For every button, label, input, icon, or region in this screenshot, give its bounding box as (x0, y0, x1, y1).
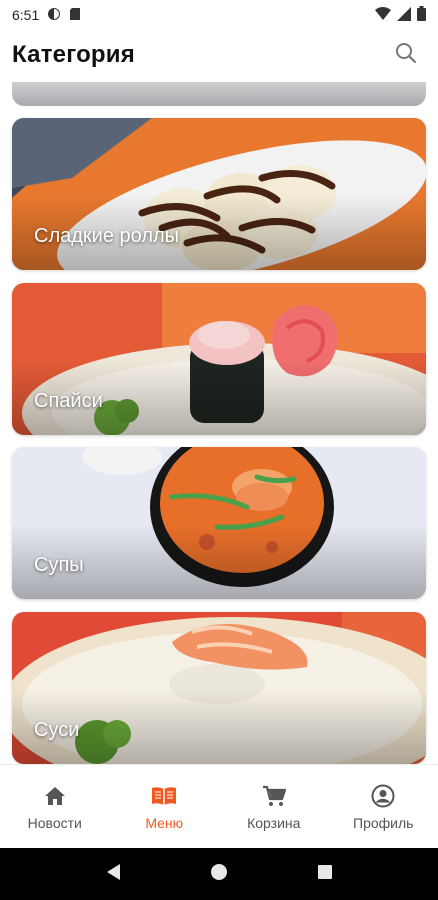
app-bar: Категория (0, 30, 438, 80)
home-button[interactable] (199, 854, 239, 894)
signal-icon (397, 6, 411, 24)
nav-item-cart[interactable]: Корзина (219, 765, 329, 848)
category-label: Супы (34, 554, 84, 576)
nav-label: Новости (27, 814, 82, 831)
cart-icon (261, 783, 287, 809)
recents-icon (317, 864, 333, 885)
home-circle-icon (210, 863, 228, 886)
recents-button[interactable] (305, 854, 345, 894)
category-label: Спайси (34, 390, 103, 412)
status-right (375, 6, 426, 24)
category-label: Сладкие роллы (34, 225, 180, 247)
status-time: 6:51 (12, 7, 40, 23)
category-card-partial[interactable] (12, 82, 426, 106)
nav-item-news[interactable]: Новости (0, 765, 110, 848)
nav-label: Профиль (353, 814, 414, 831)
app-notification-icon (47, 7, 61, 24)
bottom-navigation: Новости Меню Корзина Профиль (0, 764, 438, 848)
status-bar: 6:51 (0, 0, 438, 30)
category-card-sweet-rolls[interactable]: Сладкие роллы (12, 118, 426, 270)
wifi-icon (375, 6, 391, 24)
sd-card-icon (69, 7, 81, 24)
page-title: Категория (12, 41, 135, 68)
nav-item-menu[interactable]: Меню (110, 765, 220, 848)
category-card-soups[interactable]: Супы (12, 447, 426, 599)
search-button[interactable] (386, 35, 426, 75)
book-icon (151, 783, 177, 809)
category-card-spicy[interactable]: Спайси (12, 283, 426, 435)
category-label: Суси (34, 719, 80, 741)
category-list[interactable]: Сладкие роллы Спайси Супы Суси (0, 80, 438, 764)
home-icon (42, 783, 68, 809)
battery-icon (417, 6, 426, 24)
nav-label: Меню (145, 814, 184, 831)
search-icon (394, 41, 418, 70)
back-icon (105, 863, 121, 886)
category-card-sushi[interactable]: Суси (12, 612, 426, 764)
system-navigation-bar (0, 848, 438, 900)
back-button[interactable] (93, 854, 133, 894)
nav-label: Корзина (247, 814, 301, 831)
account-icon (370, 783, 396, 809)
status-left: 6:51 (12, 7, 81, 24)
nav-item-profile[interactable]: Профиль (329, 765, 438, 848)
